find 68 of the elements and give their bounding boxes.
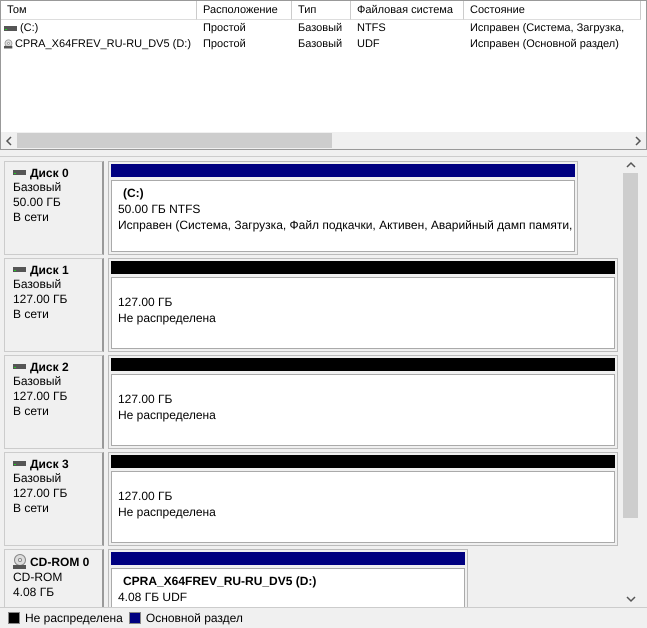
partition-title: CPRA_X64FREV_RU-RU_DV5 (D:) xyxy=(122,573,318,589)
disk-name: CD-ROM 0 xyxy=(30,555,90,569)
partition[interactable]: 127.00 ГБ Не распределена xyxy=(108,258,618,352)
drive-icon xyxy=(13,169,27,177)
disk-status: В сети xyxy=(13,501,50,516)
disk-name: Диск 1 xyxy=(30,263,69,277)
disk-type: Базовый xyxy=(13,180,62,195)
disk-type: Базовый xyxy=(13,471,62,486)
disk-status: В сети xyxy=(13,307,50,322)
scroll-left-icon[interactable] xyxy=(5,136,13,146)
table-cell: Простой xyxy=(203,22,246,34)
disk-name: Диск 0 xyxy=(30,166,69,180)
table-cell: Базовый xyxy=(298,22,342,34)
table-cell: Базовый xyxy=(298,38,342,50)
partition-size: 127.00 ГБ xyxy=(118,294,174,310)
partition[interactable]: 127.00 ГБ Не распределена xyxy=(108,355,618,449)
partition-size: 127.00 ГБ xyxy=(118,488,174,504)
disk-info-panel[interactable]: CD-ROM 0 CD-ROM 4.08 ГБ xyxy=(4,549,104,607)
partition-status: Не распределена xyxy=(118,407,217,423)
disk-type: Базовый xyxy=(13,374,62,389)
drive-icon xyxy=(13,460,27,468)
horizontal-scrollbar[interactable] xyxy=(1,132,646,149)
table-cell: Простой xyxy=(203,38,246,50)
disk-size: 127.00 ГБ xyxy=(13,292,68,307)
partition[interactable]: (C:) 50.00 ГБ NTFS Исправен (Система, Загрузка, Файл подкачки, Активен, Аварийный дамп памяти, xyxy=(108,161,578,255)
table-cell: NTFS xyxy=(357,22,386,34)
partition-size: 4.08 ГБ UDF xyxy=(118,589,188,605)
column-header[interactable]: Состояние xyxy=(464,1,641,20)
partition-size: 127.00 ГБ xyxy=(118,391,174,407)
drive-icon xyxy=(13,363,27,371)
scroll-down-icon[interactable] xyxy=(626,595,636,603)
disk-type: CD-ROM xyxy=(13,570,64,585)
legend-label: Не распределена xyxy=(25,611,123,625)
table-cell: UDF xyxy=(357,38,380,50)
column-header[interactable]: Тип xyxy=(292,1,351,20)
disk-name: Диск 3 xyxy=(30,457,69,471)
partition-status: Не распределена xyxy=(118,504,217,520)
disc-drive-icon xyxy=(4,37,13,51)
disk-info-panel[interactable]: Диск 2 Базовый 127.00 ГБ В сети xyxy=(4,355,104,449)
partition-size: 50.00 ГБ NTFS xyxy=(118,201,202,217)
column-header[interactable]: Том xyxy=(1,1,197,20)
disk-size: 127.00 ГБ xyxy=(13,389,68,404)
disk-name: Диск 2 xyxy=(30,360,69,374)
table-cell: (C:) xyxy=(20,22,38,34)
legend-label: Основной раздел xyxy=(146,611,243,625)
disk-info-panel[interactable]: Диск 3 Базовый 127.00 ГБ В сети xyxy=(4,452,104,546)
column-header[interactable]: Файловая система xyxy=(351,1,464,20)
partition[interactable]: CPRA_X64FREV_RU-RU_DV5 (D:) 4.08 ГБ UDF xyxy=(108,549,468,607)
table-cell: Исправен (Система, Загрузка, xyxy=(470,22,624,34)
disk-size: 127.00 ГБ xyxy=(13,486,68,501)
disk-status: В сети xyxy=(13,404,50,419)
disk-info-panel[interactable]: Диск 1 Базовый 127.00 ГБ В сети xyxy=(4,258,104,352)
partition-status: Не распределена xyxy=(118,310,217,326)
partition[interactable]: 127.00 ГБ Не распределена xyxy=(108,452,618,546)
disk-size: 50.00 ГБ xyxy=(13,195,62,210)
drive-icon xyxy=(13,266,27,274)
partition-title: (C:) xyxy=(122,185,145,201)
disk-status: В сети xyxy=(13,210,50,225)
disk-size: 4.08 ГБ xyxy=(13,585,56,600)
scroll-up-icon[interactable] xyxy=(626,161,636,169)
table-cell: Исправен (Основной раздел) xyxy=(470,38,619,50)
drive-icon xyxy=(4,23,18,33)
disk-type: Базовый xyxy=(13,277,62,292)
disk-info-panel[interactable]: Диск 0 Базовый 50.00 ГБ В сети xyxy=(4,161,104,255)
disc-drive-icon xyxy=(13,554,27,570)
column-header[interactable]: Расположение xyxy=(197,1,292,20)
scroll-right-icon[interactable] xyxy=(634,136,642,146)
table-cell: CPRA_X64FREV_RU-RU_DV5 (D:) xyxy=(14,38,191,50)
